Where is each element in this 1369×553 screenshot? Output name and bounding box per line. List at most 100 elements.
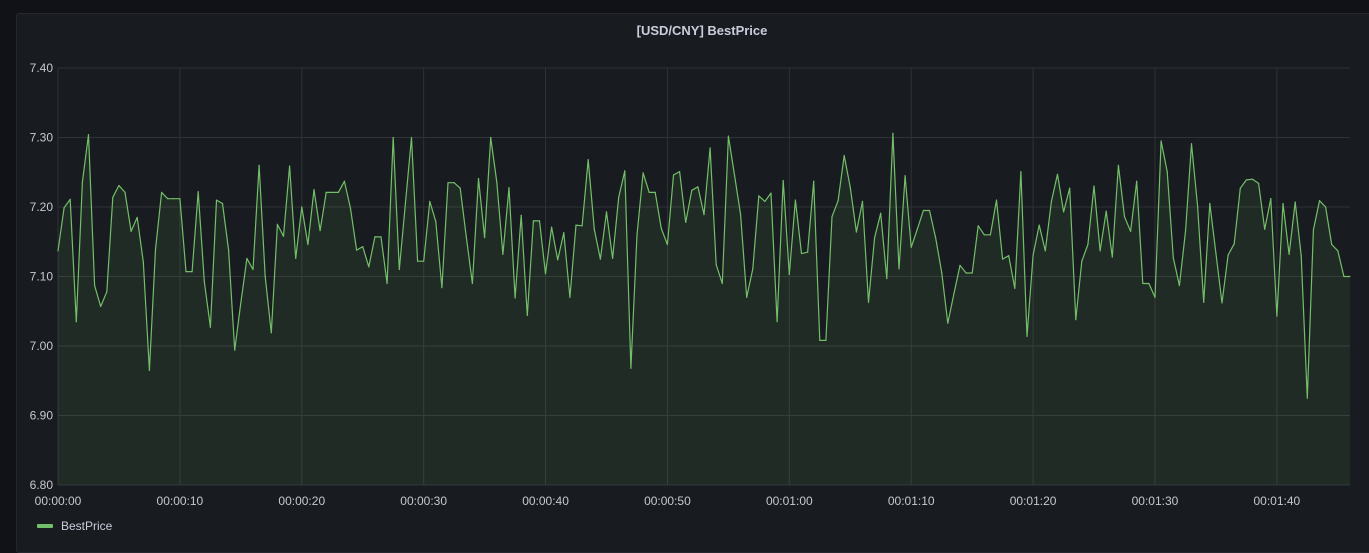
data-point (1136, 180, 1138, 182)
data-point (636, 234, 638, 236)
data-point (136, 216, 138, 219)
data-point (1075, 318, 1077, 321)
data-point (593, 228, 595, 230)
data-point (416, 260, 419, 262)
data-point (508, 186, 510, 189)
data-point (246, 257, 248, 260)
legend-item-bestprice[interactable]: BestPrice (61, 519, 112, 533)
data-point (477, 177, 480, 180)
data-point (703, 214, 705, 216)
data-point (295, 257, 297, 260)
data-point (941, 271, 943, 273)
data-point (252, 268, 254, 271)
data-point (106, 291, 108, 293)
data-point (307, 243, 309, 246)
data-point (800, 252, 803, 255)
data-point (764, 200, 766, 203)
data-point (203, 280, 205, 282)
data-point (746, 296, 748, 298)
data-point (563, 232, 565, 234)
x-tick-label: 00:01:10 (888, 494, 935, 508)
data-point (1288, 253, 1290, 255)
data-point (758, 195, 760, 197)
y-tick-label: 6.90 (30, 409, 54, 423)
data-point (666, 243, 669, 246)
data-point (57, 250, 59, 252)
data-point (1227, 254, 1229, 256)
data-point (825, 339, 827, 342)
y-tick-label: 6.80 (30, 478, 54, 492)
y-tick-label: 7.00 (30, 339, 54, 353)
data-point (727, 135, 729, 137)
data-point (1014, 287, 1016, 289)
data-point (581, 225, 583, 227)
data-point (892, 132, 894, 134)
data-point (965, 272, 967, 274)
data-point (794, 199, 797, 201)
data-point (788, 273, 790, 276)
data-point (1160, 140, 1162, 142)
data-point (1050, 200, 1052, 203)
data-point (618, 196, 620, 198)
data-point (93, 284, 96, 287)
data-point (1099, 250, 1101, 252)
data-point (1038, 224, 1040, 226)
data-point (934, 236, 937, 239)
data-point (1123, 216, 1126, 218)
legend-color-marker (37, 524, 53, 528)
timeseries-chart[interactable]: 6.806.907.007.107.207.307.40 00:00:00 00:… (0, 0, 1369, 542)
data-point (599, 258, 601, 260)
data-point (1044, 250, 1046, 252)
data-point (447, 182, 449, 184)
data-point (1130, 230, 1132, 232)
data-point (922, 209, 924, 212)
data-point (392, 136, 394, 139)
data-point (374, 236, 376, 238)
data-point (551, 226, 553, 228)
data-point (398, 268, 400, 271)
data-point (1154, 296, 1156, 298)
data-point (605, 211, 608, 213)
data-point (587, 159, 589, 161)
x-tick-label: 00:00:00 (35, 494, 82, 508)
data-point (989, 234, 992, 236)
data-point (959, 264, 961, 266)
data-point (221, 202, 224, 205)
data-point (349, 207, 352, 209)
data-point (557, 259, 559, 261)
data-point (118, 184, 120, 187)
data-point (1142, 282, 1144, 285)
data-point (75, 321, 77, 323)
legend: BestPrice (37, 519, 112, 533)
data-point (1209, 202, 1211, 205)
data-point (831, 216, 833, 218)
data-point (185, 271, 187, 273)
data-point (1221, 302, 1223, 304)
y-tick-label: 7.20 (30, 200, 54, 214)
data-point (867, 301, 870, 303)
data-point (611, 257, 614, 260)
data-point (179, 198, 181, 200)
data-point (843, 154, 845, 157)
data-point (1318, 200, 1321, 202)
data-point (1312, 229, 1315, 231)
data-point (1282, 202, 1284, 205)
data-point (971, 272, 973, 274)
data-point (861, 200, 864, 203)
data-point (1062, 211, 1065, 213)
x-tick-label: 00:00:10 (157, 494, 204, 508)
data-point (752, 268, 754, 270)
data-point (575, 224, 577, 226)
data-point (429, 200, 431, 203)
data-point (1166, 170, 1168, 173)
data-point (1306, 397, 1308, 399)
data-point (1032, 254, 1034, 256)
y-tick-label: 7.30 (30, 131, 54, 145)
data-point (1148, 282, 1150, 285)
data-point (660, 227, 662, 230)
data-point (404, 202, 406, 205)
data-point (1239, 187, 1241, 189)
data-point (264, 275, 266, 278)
data-point (532, 220, 534, 222)
data-point (1117, 164, 1120, 166)
